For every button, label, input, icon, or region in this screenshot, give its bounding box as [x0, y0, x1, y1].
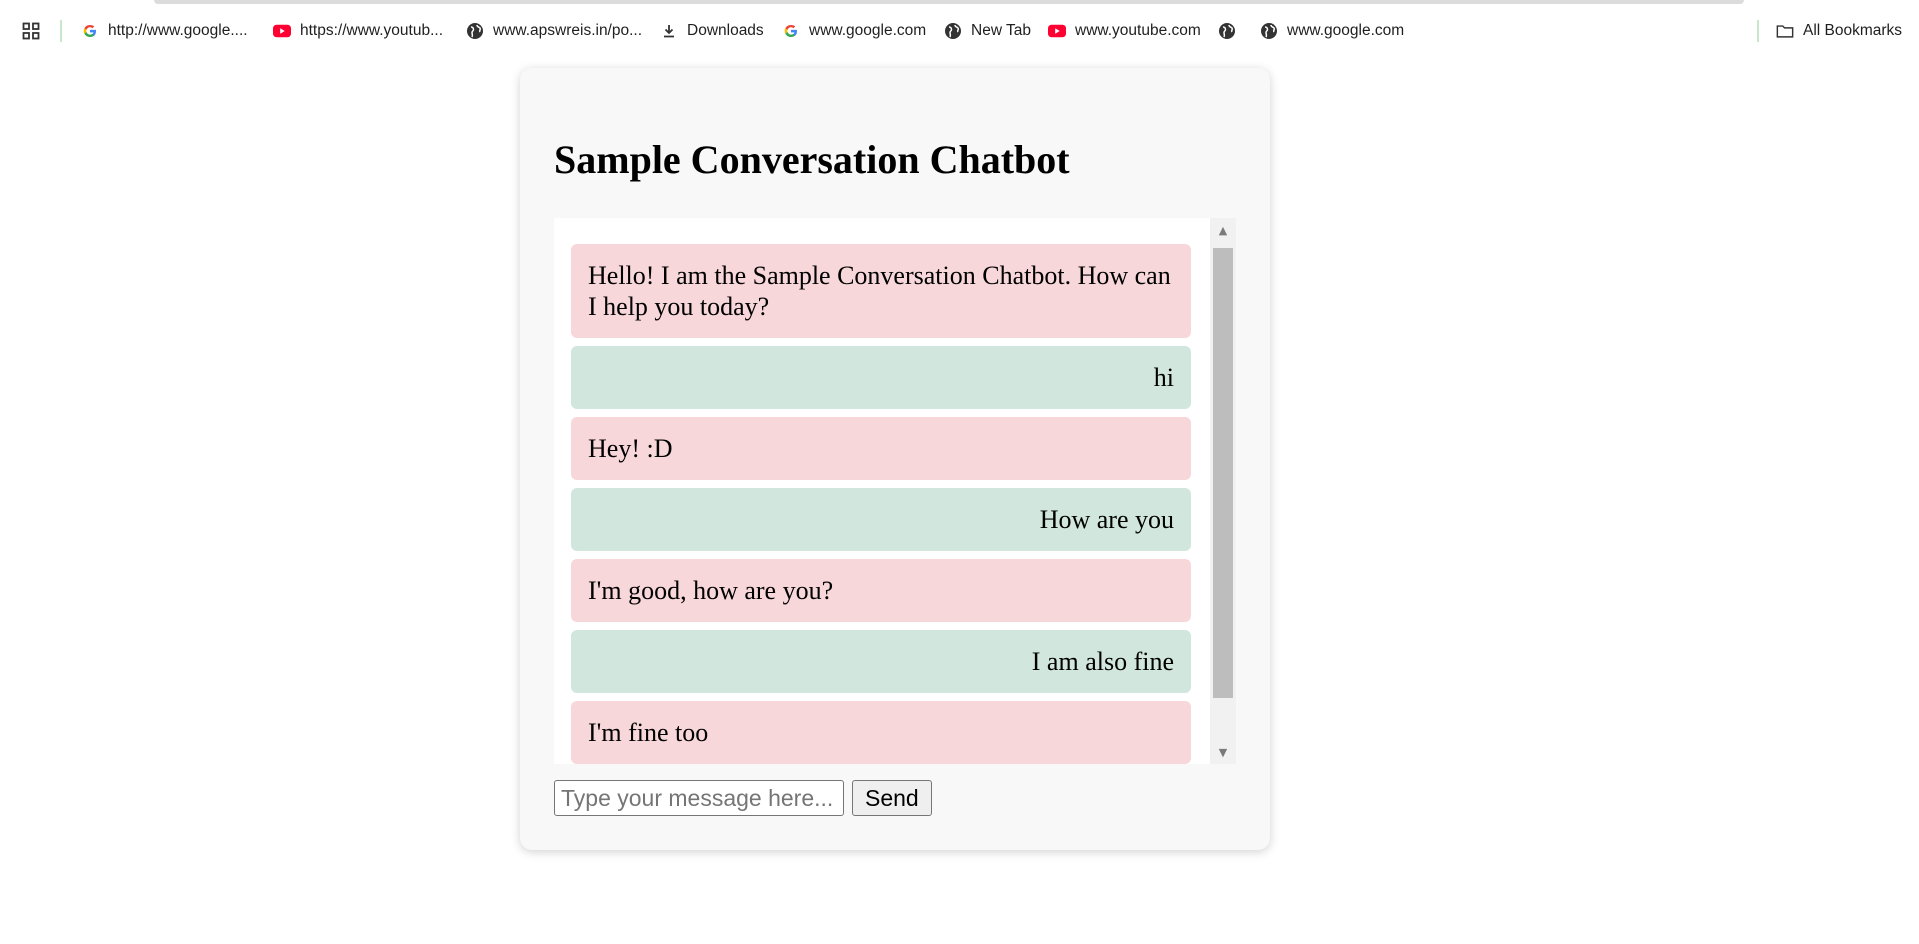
google-g-icon	[782, 22, 800, 40]
bookmark-label: https://www.youtub...	[300, 22, 444, 39]
bot-message: I'm good, how are you?	[571, 559, 1191, 622]
bot-message: I'm fine too	[571, 701, 1191, 764]
chatbot-title: Sample Conversation Chatbot	[554, 137, 1070, 182]
all-bookmarks-label: All Bookmarks	[1803, 22, 1903, 39]
bookmark-item[interactable]: www.apswreis.in/po...	[466, 20, 642, 42]
youtube-icon	[1048, 22, 1066, 40]
globe-icon	[1260, 22, 1278, 40]
google-g-icon	[81, 22, 99, 40]
apps-grid-icon[interactable]	[22, 20, 40, 42]
bot-message: Hello! I am the Sample Conversation Chat…	[571, 244, 1191, 338]
user-message: How are you	[571, 488, 1191, 551]
scroll-up-arrow-icon[interactable]: ▲	[1210, 218, 1236, 242]
scrollbar-thumb[interactable]	[1213, 248, 1233, 698]
globe-icon	[944, 22, 962, 40]
chat-scrollbar[interactable]: ▲ ▼	[1210, 218, 1236, 764]
bookmark-label: http://www.google....	[108, 22, 248, 39]
scroll-down-arrow-icon[interactable]: ▼	[1210, 740, 1236, 764]
chatbot-card: Sample Conversation Chatbot Hello! I am …	[520, 68, 1270, 850]
folder-icon	[1776, 22, 1794, 40]
bookmark-item[interactable]: New Tab	[944, 20, 1031, 42]
bookmark-separator	[1757, 20, 1759, 42]
bookmark-item[interactable]: http://www.google....	[81, 20, 248, 42]
bookmark-item[interactable]: Downloads	[660, 20, 764, 42]
bookmark-item[interactable]: www.google.com	[782, 20, 926, 42]
bot-message: Hey! :D	[571, 417, 1191, 480]
user-message: hi	[571, 346, 1191, 409]
bookmark-separator	[60, 20, 62, 42]
bookmark-label: www.google.com	[1287, 22, 1405, 39]
bookmark-label: www.apswreis.in/po...	[493, 22, 643, 39]
youtube-icon	[273, 22, 291, 40]
chat-log[interactable]: Hello! I am the Sample Conversation Chat…	[554, 218, 1236, 764]
bookmark-item[interactable]: www.google.com	[1260, 20, 1404, 42]
globe-icon	[1218, 22, 1236, 40]
globe-icon	[466, 22, 484, 40]
bookmark-label: www.google.com	[809, 22, 927, 39]
bookmark-item[interactable]: www.youtube.com	[1048, 20, 1201, 42]
browser-tab-strip	[154, 0, 1744, 4]
message-input[interactable]	[554, 780, 844, 816]
bookmark-label: New Tab	[971, 22, 1032, 39]
all-bookmarks-button[interactable]: All Bookmarks	[1776, 20, 1902, 42]
user-message: I am also fine	[571, 630, 1191, 693]
bookmark-label: www.youtube.com	[1075, 22, 1201, 39]
bookmark-item[interactable]	[1218, 20, 1245, 42]
send-button[interactable]: Send	[852, 780, 932, 816]
message-input-row: Send	[554, 780, 932, 816]
download-icon	[660, 22, 678, 40]
bookmark-label: Downloads	[687, 22, 764, 39]
message-list: Hello! I am the Sample Conversation Chat…	[571, 244, 1191, 764]
bookmarks-bar: http://www.google.... https://www.youtub…	[0, 12, 1919, 48]
bookmark-item[interactable]: https://www.youtub...	[273, 20, 443, 42]
